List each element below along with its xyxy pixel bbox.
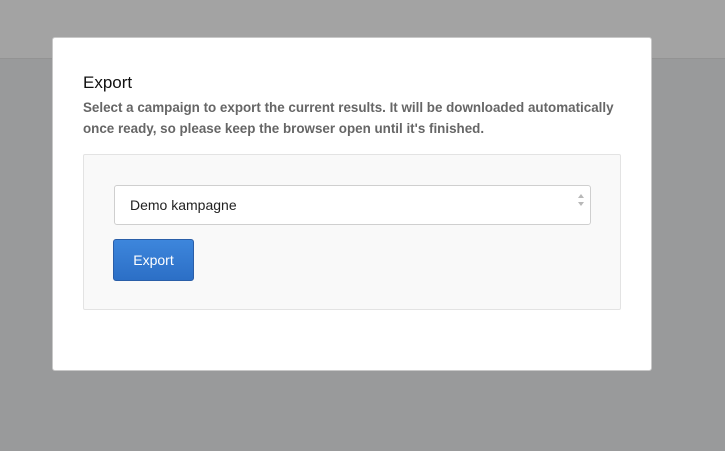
export-modal: Export Select a campaign to export the c… <box>52 37 652 371</box>
export-button[interactable]: Export <box>113 239 194 281</box>
modal-description: Select a campaign to export the current … <box>83 100 614 136</box>
campaign-select[interactable]: Demo kampagne <box>114 185 591 225</box>
export-panel: Demo kampagne Export <box>83 154 621 310</box>
modal-title: Export <box>83 73 133 92</box>
campaign-select-value: Demo kampagne <box>130 197 237 213</box>
sort-arrows-icon <box>577 192 585 208</box>
